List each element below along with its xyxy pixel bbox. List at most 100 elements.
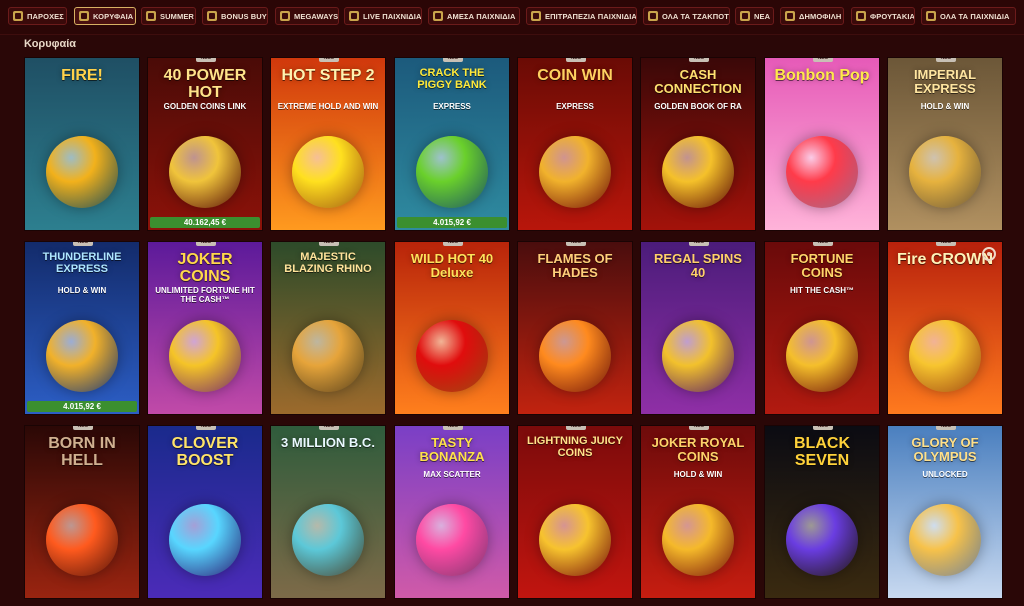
game-tile[interactable]: ΝΕΟ CRACK THE PIGGY BANK EXPRESS 4.015,92 € <box>394 57 510 231</box>
popular-icon <box>785 11 795 21</box>
category-nav: ΠΑΡΟΧΕΣ ΚΟΡΥΦΑΙΑ SUMMER BONUS BUYS MEGAWAYS L… <box>0 0 1024 35</box>
all-games-icon <box>926 11 936 21</box>
game-art <box>662 504 734 576</box>
nav-tab-label: ΟΛΑ ΤΑ ΠΑΙΧΝΙΔΙΑ <box>940 11 1010 21</box>
game-title: 40 POWER HOT <box>163 67 247 101</box>
game-title: FLAMES OF HADES <box>537 251 613 280</box>
nav-tab-6[interactable]: ΑΜΕΣΑ ΠΑΙΧΝΙΔΙΑ <box>428 7 520 25</box>
game-title: 3 MILLION B.C. <box>281 435 375 450</box>
game-subtitle: EXPRESS <box>556 102 594 111</box>
nav-tab-3[interactable]: BONUS BUYS <box>202 7 268 25</box>
nav-tab-5[interactable]: LIVE ΠΑΙΧΝΙΔΙΑ <box>344 7 422 25</box>
nav-tab-10[interactable]: ΔΗΜΟΦΙΛΗ <box>780 7 844 25</box>
game-tile[interactable]: ΝΕΟ CLOVER BOOST <box>147 425 263 599</box>
game-subtitle: GOLDEN BOOK OF RA <box>654 102 742 111</box>
game-title: Bonbon Pop <box>774 67 870 84</box>
game-subtitle: MAX SCATTER <box>423 470 481 479</box>
game-tile[interactable]: ΝΕΟ CASH CONNECTION GOLDEN BOOK OF RA <box>640 57 756 231</box>
game-tile[interactable]: ΝΕΟ FLAMES OF HADES <box>517 241 633 415</box>
game-tile[interactable]: ΝΕΟ WILD HOT 40 Deluxe <box>394 241 510 415</box>
fruit-icon <box>856 11 866 21</box>
game-art <box>292 320 364 392</box>
game-tile[interactable]: ΝΕΟ GLORY OF OLYMPUS UNLOCKED <box>887 425 1003 599</box>
game-tile[interactable]: ΝΕΟ 40 POWER HOT GOLDEN COINS LINK 40.162,4… <box>147 57 263 231</box>
game-tile[interactable]: ΝΕΟ Fire CROWN <box>887 241 1003 415</box>
nav-tab-9[interactable]: ΝΕΑ <box>735 7 774 25</box>
new-badge: ΝΕΟ <box>813 426 833 430</box>
game-tile[interactable]: FIRE! <box>24 57 140 231</box>
game-title: WILD HOT 40 Deluxe <box>410 251 494 280</box>
nav-tab-label: ΦΡΟΥΤΑΚΙΑ <box>870 11 915 21</box>
game-title: COIN WIN <box>537 67 613 84</box>
new-badge: ΝΕΟ <box>443 426 463 430</box>
game-tile[interactable]: ΝΕΟ IMPERIAL EXPRESS HOLD & WIN <box>887 57 1003 231</box>
game-tile[interactable]: ΝΕΟ JOKER ROYAL COINS HOLD & WIN <box>640 425 756 599</box>
game-tile[interactable]: ΝΕΟ BORN IN HELL <box>24 425 140 599</box>
game-tile[interactable]: ΝΕΟ BLACK SEVEN <box>764 425 880 599</box>
game-tile[interactable]: ΝΕΟ Bonbon Pop <box>764 57 880 231</box>
new-badge: ΝΕΟ <box>936 242 956 246</box>
game-art <box>786 504 858 576</box>
nav-tab-label: BONUS BUYS <box>221 11 268 21</box>
game-art <box>169 136 241 208</box>
game-tile[interactable]: ΝΕΟ 3 MILLION B.C. <box>270 425 386 599</box>
game-art <box>909 136 981 208</box>
game-art <box>46 136 118 208</box>
game-subtitle: HOLD & WIN <box>673 470 723 479</box>
game-title: IMPERIAL EXPRESS <box>913 67 977 96</box>
new-badge: ΝΕΟ <box>813 58 833 62</box>
game-art <box>169 320 241 392</box>
crown-icon <box>79 11 89 21</box>
game-art <box>169 504 241 576</box>
game-title: JOKER ROYAL COINS <box>651 435 745 464</box>
game-tile[interactable]: ΝΕΟ REGAL SPINS 40 <box>640 241 756 415</box>
game-art <box>292 136 364 208</box>
nav-tab-0[interactable]: ΠΑΡΟΧΕΣ <box>8 7 67 25</box>
game-art <box>46 320 118 392</box>
nav-tab-label: ΟΛΑ ΤΑ ΤΖΑΚΠΟΤ <box>662 11 729 21</box>
new-badge: ΝΕΟ <box>689 426 709 430</box>
new-badge: ΝΕΟ <box>813 242 833 246</box>
game-tile[interactable]: ΝΕΟ FORTUNE COINS HIT THE CASH™ <box>764 241 880 415</box>
game-title: CRACK THE PIGGY BANK <box>417 67 487 91</box>
game-tile[interactable]: ΝΕΟ TASTY BONANZA MAX SCATTER <box>394 425 510 599</box>
nav-tab-11[interactable]: ΦΡΟΥΤΑΚΙΑ <box>851 7 915 25</box>
game-art <box>786 320 858 392</box>
jackpot-amount: 4.015,92 € <box>27 401 137 412</box>
nav-tab-4[interactable]: MEGAWAYS <box>275 7 339 25</box>
nav-tab-2[interactable]: SUMMER <box>141 7 196 25</box>
game-title: BLACK SEVEN <box>794 435 850 469</box>
sun-icon <box>146 11 156 21</box>
game-art <box>416 320 488 392</box>
game-tile[interactable]: ΝΕΟ MAJESTIC BLAZING RHINO <box>270 241 386 415</box>
game-tile[interactable]: ΝΕΟ THUNDERLINE EXPRESS HOLD & WIN 4.015,92… <box>24 241 140 415</box>
game-art <box>786 136 858 208</box>
game-title: TASTY BONANZA <box>419 435 485 464</box>
game-subtitle: EXPRESS <box>433 102 471 111</box>
new-badge: ΝΕΟ <box>73 426 93 430</box>
nav-tab-12[interactable]: ΟΛΑ ΤΑ ΠΑΙΧΝΙΔΙΑ <box>921 7 1016 25</box>
new-badge: ΝΕΟ <box>566 426 586 430</box>
jackpot-icon <box>648 11 658 21</box>
nav-tab-label: ΚΟΡΥΦΑΙΑ <box>93 11 134 21</box>
game-tile[interactable]: ΝΕΟ LIGHTNING JUICY COINS <box>517 425 633 599</box>
nav-tab-8[interactable]: ΟΛΑ ΤΑ ΤΖΑΚΠΟΤ <box>643 7 730 25</box>
game-tile[interactable]: ΝΕΟ HOT STEP 2 EXTREME HOLD AND WIN <box>270 57 386 231</box>
jackpot-amount: 4.015,92 € <box>397 217 507 228</box>
new-badge: ΝΕΟ <box>689 242 709 246</box>
new-badge: ΝΕΟ <box>319 242 339 246</box>
new-badge: ΝΕΟ <box>196 242 216 246</box>
game-tile[interactable]: ΝΕΟ JOKER COINS UNLIMITED FORTUNE HIT THE … <box>147 241 263 415</box>
game-tile[interactable]: ΝΕΟ COIN WIN EXPRESS <box>517 57 633 231</box>
game-subtitle: HOLD & WIN <box>57 286 107 295</box>
section-title: Κορυφαία <box>24 38 77 50</box>
game-title: MAJESTIC BLAZING RHINO <box>284 251 372 275</box>
nav-tab-1[interactable]: ΚΟΡΥΦΑΙΑ <box>74 7 136 25</box>
nav-tab-label: ΕΠΙΤΡΑΠΕΖΙΑ ΠΑΙΧΝΙΔΙΑ <box>545 11 637 21</box>
game-art <box>539 320 611 392</box>
game-subtitle: GOLDEN COINS LINK <box>163 102 247 111</box>
game-art <box>416 136 488 208</box>
new-badge: ΝΕΟ <box>443 58 463 62</box>
favorite-toggle-icon[interactable] <box>982 247 996 261</box>
nav-tab-7[interactable]: ΕΠΙΤΡΑΠΕΖΙΑ ΠΑΙΧΝΙΔΙΑ <box>526 7 637 25</box>
